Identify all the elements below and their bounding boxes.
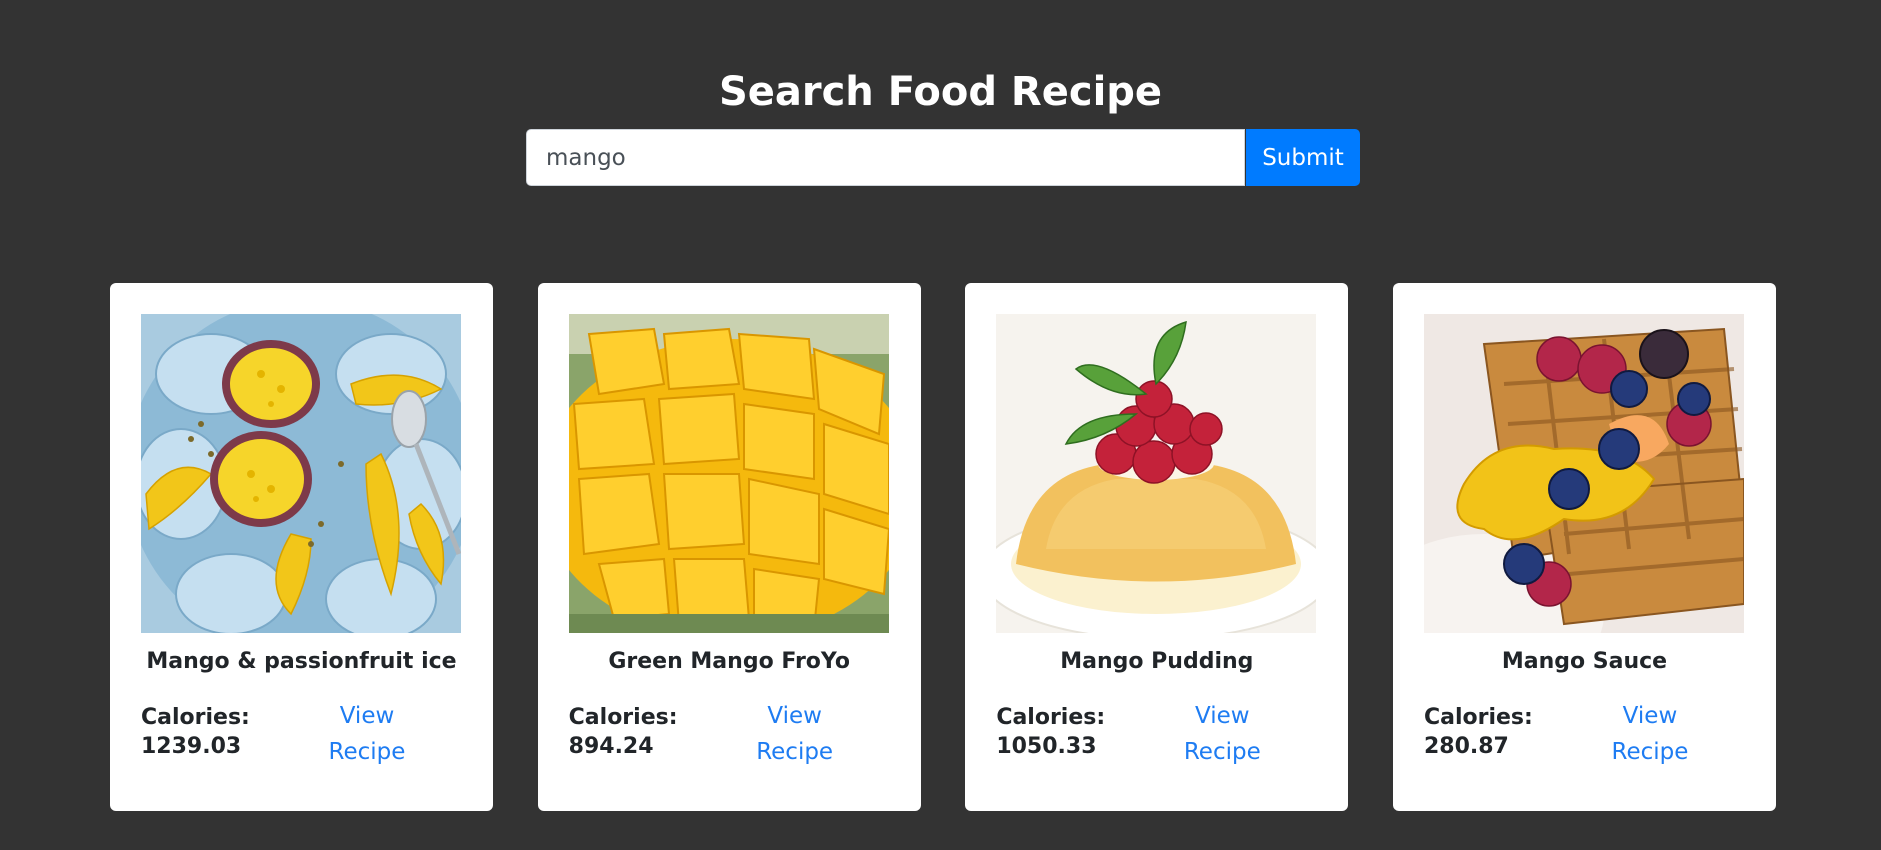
recipe-card: Green Mango FroYo Calories: 894.24 View … — [537, 283, 921, 811]
recipe-title: Mango Sauce — [1501, 649, 1668, 674]
recipe-card: Mango & passionfruit ice Calories: 1239.… — [110, 283, 493, 811]
recipe-image — [1423, 314, 1744, 633]
recipe-title: Mango Pudding — [1060, 649, 1254, 674]
calories-text: Calories: 1050.33 — [996, 703, 1126, 761]
recipe-card-list: Mango & passionfruit ice Calories: 1239.… — [110, 283, 1776, 811]
search-form: Submit — [526, 129, 1360, 186]
recipe-card: Mango Sauce Calories: 280.87 View Recipe — [1392, 283, 1776, 811]
calories-text: Calories: 1239.03 — [141, 703, 271, 761]
view-recipe-link[interactable]: View Recipe — [1555, 698, 1745, 770]
submit-button[interactable]: Submit — [1246, 129, 1360, 186]
view-recipe-link-line2: Recipe — [1183, 739, 1261, 765]
recipe-footer: Calories: 1050.33 View Recipe — [996, 703, 1317, 770]
recipe-footer: Calories: 280.87 View Recipe — [1424, 703, 1745, 770]
recipe-title: Green Mango FroYo — [608, 649, 850, 674]
view-recipe-link-line2: Recipe — [756, 739, 834, 765]
recipe-footer: Calories: 894.24 View Recipe — [569, 703, 890, 770]
view-recipe-link-line2: Recipe — [1611, 739, 1689, 765]
calories-value: 280.87 — [1423, 734, 1509, 759]
recipe-image — [141, 314, 461, 633]
view-recipe-link-line1: View — [1622, 703, 1678, 729]
view-recipe-link[interactable]: View Recipe — [1127, 698, 1317, 770]
calories-label: Calories: — [996, 705, 1106, 730]
view-recipe-link-line1: View — [1195, 703, 1250, 729]
recipe-image — [568, 314, 889, 633]
view-recipe-link[interactable]: View Recipe — [700, 698, 890, 770]
view-recipe-link[interactable]: View Recipe — [272, 698, 462, 770]
calories-label: Calories: — [141, 705, 250, 730]
view-recipe-link-line1: View — [767, 703, 822, 729]
recipe-image — [996, 314, 1317, 633]
view-recipe-link-line1: View — [339, 703, 395, 729]
calories-value: 1050.33 — [996, 734, 1097, 759]
calories-value: 894.24 — [568, 734, 654, 759]
calories-label: Calories: — [1423, 705, 1533, 730]
recipe-footer: Calories: 1239.03 View Recipe — [141, 703, 462, 770]
search-input[interactable] — [526, 129, 1245, 186]
page-title: Search Food Recipe — [718, 69, 1163, 115]
calories-value: 1239.03 — [141, 734, 242, 759]
recipe-card: Mango Pudding Calories: 1050.33 View Rec… — [965, 283, 1349, 811]
calories-text: Calories: 894.24 — [569, 703, 699, 761]
view-recipe-link-line2: Recipe — [328, 739, 406, 765]
calories-label: Calories: — [568, 705, 678, 730]
recipe-title: Mango & passionfruit ice — [146, 649, 457, 674]
calories-text: Calories: 280.87 — [1424, 703, 1554, 761]
